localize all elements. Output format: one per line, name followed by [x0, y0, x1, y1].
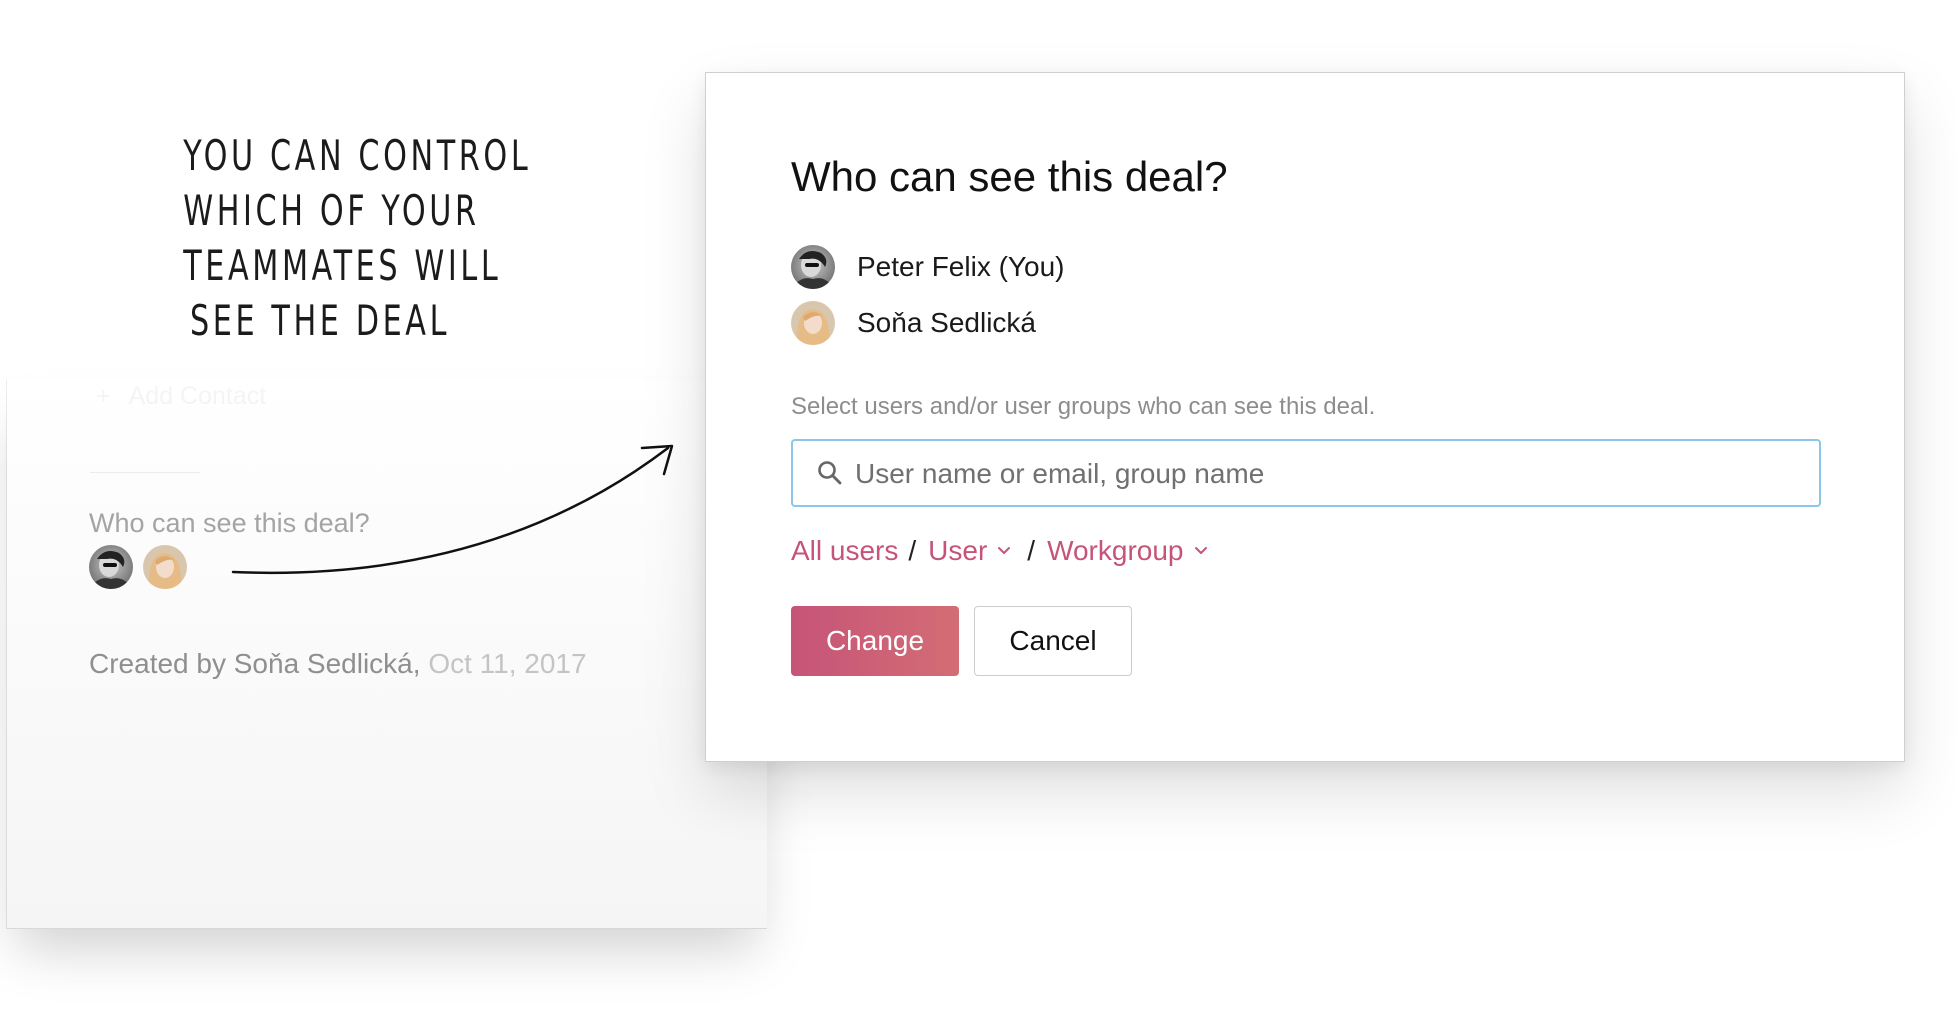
- annotation-line: YOU CAN CONTROL: [183, 131, 532, 180]
- filter-all-users[interactable]: All users: [791, 535, 898, 567]
- filter-workgroup-label: Workgroup: [1047, 535, 1184, 566]
- user-search-input[interactable]: [853, 449, 1797, 499]
- filter-user-dropdown[interactable]: User: [928, 535, 1011, 567]
- user-search-box[interactable]: [791, 439, 1821, 507]
- plus-icon: +: [96, 382, 111, 410]
- created-by: Created by Soňa Sedlická,: [89, 648, 421, 679]
- visibility-dialog: Who can see this deal? Peter Felix (You): [705, 72, 1905, 762]
- visibility-label: Who can see this deal?: [89, 508, 370, 538]
- chevron-down-icon: [1194, 547, 1207, 554]
- chevron-down-icon: [998, 547, 1011, 554]
- divider: [90, 472, 200, 473]
- annotation-line: WHICH OF YOUR: [183, 186, 480, 235]
- help-text: Select users and/or user groups who can …: [791, 393, 1376, 420]
- annotation-line: SEE THE DEAL: [189, 296, 451, 345]
- filter-separator: /: [1027, 535, 1036, 566]
- filter-user-label: User: [928, 535, 988, 566]
- add-contact-label: Add Contact: [128, 382, 267, 410]
- created-date: Oct 11, 2017: [428, 648, 587, 679]
- user-name: Peter Felix (You): [857, 251, 1065, 282]
- user-row: Peter Felix (You): [791, 245, 1065, 289]
- annotation-line: TEAMMATES WILL: [183, 241, 502, 290]
- avatar-sona: [791, 301, 835, 345]
- avatar-peter-small: [89, 545, 133, 589]
- dialog-title: Who can see this deal?: [791, 153, 1228, 200]
- avatar-sona-small: [143, 545, 187, 589]
- add-contact-ghost: + Add Contact: [96, 382, 266, 411]
- cancel-button[interactable]: Cancel: [974, 606, 1132, 676]
- handwritten-annotation: YOU CAN CONTROL WHICH OF YOUR TEAMMATES …: [183, 128, 532, 348]
- user-name: Soňa Sedlická: [857, 307, 1037, 338]
- search-icon: [818, 461, 842, 485]
- avatar-peter: [791, 245, 835, 289]
- visibility-avatars[interactable]: [89, 545, 187, 589]
- filter-bar: All users / User / Workgroup: [791, 535, 1208, 567]
- filter-separator: /: [908, 535, 917, 566]
- filter-workgroup-dropdown[interactable]: Workgroup: [1047, 535, 1207, 567]
- created-info: Created by Soňa Sedlická, Oct 11, 2017: [89, 648, 587, 680]
- change-button[interactable]: Change: [791, 606, 959, 676]
- user-row: Soňa Sedlická: [791, 301, 1036, 345]
